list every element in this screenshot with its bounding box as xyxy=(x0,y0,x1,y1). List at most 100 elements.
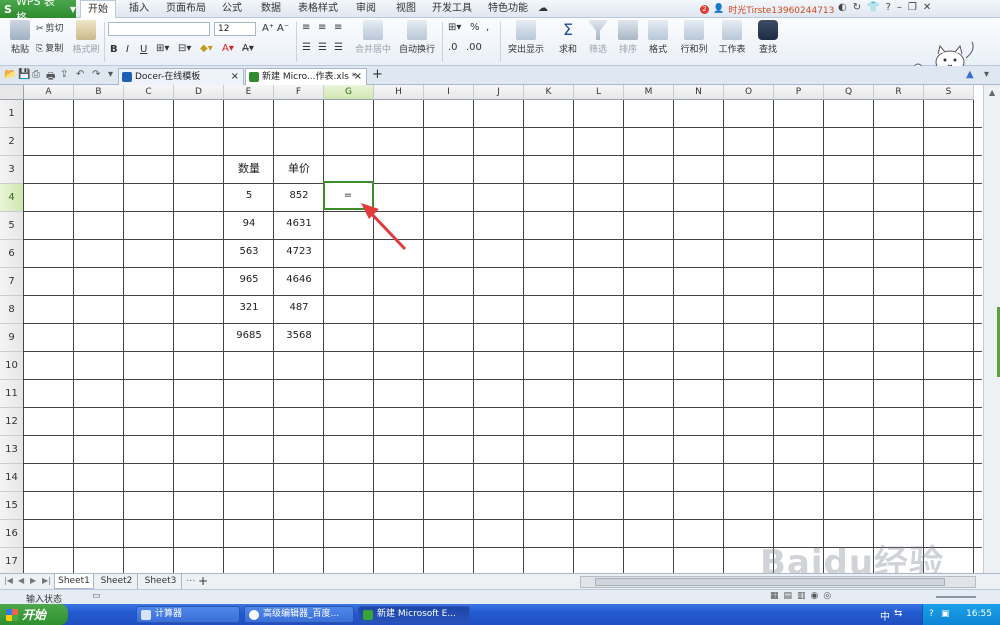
cell-price[interactable]: 3568 xyxy=(274,330,324,341)
column-header-d[interactable]: D xyxy=(174,85,224,100)
cell-quantity[interactable]: 965 xyxy=(224,274,274,285)
tab-insert[interactable]: 插入 xyxy=(122,0,156,18)
row-header-2[interactable]: 2 xyxy=(0,128,24,156)
row-header-5[interactable]: 5 xyxy=(0,212,24,240)
row-header-11[interactable]: 11 xyxy=(0,380,24,408)
paste-button[interactable]: 粘贴 xyxy=(2,18,38,62)
column-header-o[interactable]: O xyxy=(724,85,774,100)
first-sheet-icon[interactable]: |◀ xyxy=(4,576,13,585)
cell-price[interactable]: 852 xyxy=(274,190,324,201)
tab-review[interactable]: 审阅 xyxy=(350,0,382,18)
sync-icon[interactable]: ◐ xyxy=(838,2,847,13)
column-header-h[interactable]: H xyxy=(374,85,424,100)
column-header-j[interactable]: J xyxy=(474,85,524,100)
font-color-icon[interactable]: A▾ xyxy=(222,43,234,54)
merge-border-icon[interactable]: ⊟▾ xyxy=(178,43,191,54)
rows-cols-button[interactable]: 行和列 xyxy=(674,18,714,62)
export-icon[interactable]: ⇪ xyxy=(60,69,68,80)
find-button[interactable]: 查找 xyxy=(750,18,786,62)
column-header-b[interactable]: B xyxy=(74,85,124,100)
column-header-s[interactable]: S xyxy=(924,85,974,100)
align-bottom-icon[interactable]: ≡ xyxy=(334,22,342,33)
align-top-icon[interactable]: ≡ xyxy=(302,22,310,33)
font-size-select[interactable]: 12 xyxy=(214,22,256,36)
tab-view[interactable]: 视图 xyxy=(390,0,422,18)
row-header-13[interactable]: 13 xyxy=(0,436,24,464)
tab-formulas[interactable]: 公式 xyxy=(216,0,248,18)
normal-view-icon[interactable]: ▦ xyxy=(770,591,779,601)
start-button[interactable]: 开始 xyxy=(0,604,68,625)
restore-icon[interactable]: ❐ xyxy=(908,2,917,13)
row-header-9[interactable]: 9 xyxy=(0,324,24,352)
format-painter-button[interactable]: 格式刷 xyxy=(68,18,104,62)
align-center-icon[interactable]: ☰ xyxy=(318,42,327,53)
close-tab-icon[interactable]: × xyxy=(231,69,239,85)
column-header-f[interactable]: F xyxy=(274,85,324,100)
column-header-k[interactable]: K xyxy=(524,85,574,100)
taskbar-item-wps[interactable]: 新建 Microsoft E... xyxy=(358,606,470,623)
cell-price[interactable]: 4723 xyxy=(274,246,324,257)
undo-icon[interactable]: ↶ xyxy=(76,69,84,80)
column-header-p[interactable]: P xyxy=(774,85,824,100)
cell-price[interactable]: 4631 xyxy=(274,218,324,229)
last-sheet-icon[interactable]: ▶| xyxy=(42,576,51,585)
column-header-r[interactable]: R xyxy=(874,85,924,100)
tab-home[interactable]: 开始 xyxy=(80,0,116,18)
save-icon[interactable]: 💾 xyxy=(18,69,30,80)
select-all-corner[interactable] xyxy=(0,85,24,100)
sheet-tab-sheet3[interactable]: Sheet3 xyxy=(140,574,182,589)
format-button[interactable]: 格式 xyxy=(640,18,676,62)
close-tab-icon[interactable]: × xyxy=(354,69,362,85)
doc-tab-workbook[interactable]: 新建 Micro...作表.xls * × xyxy=(245,68,367,85)
cell-quantity[interactable]: 5 xyxy=(224,190,274,201)
zoom-slider[interactable] xyxy=(936,596,976,598)
column-header-e[interactable]: E xyxy=(224,85,274,100)
cell-price[interactable]: 4646 xyxy=(274,274,324,285)
print-icon[interactable]: 🖶 xyxy=(46,69,55,86)
next-sheet-icon[interactable]: ▶ xyxy=(30,576,36,585)
monitor-tray-icon[interactable]: ▣ xyxy=(941,609,950,619)
open-folder-icon[interactable]: 📂 xyxy=(4,69,16,80)
sheet-tab-sheet2[interactable]: Sheet2 xyxy=(96,574,138,589)
tab-data[interactable]: 数据 xyxy=(255,0,287,18)
row-header-17[interactable]: 17 xyxy=(0,548,24,573)
close-icon[interactable]: ✕ xyxy=(923,2,931,13)
shirt-skin-icon[interactable]: 👕 xyxy=(867,2,879,13)
column-header-c[interactable]: C xyxy=(124,85,174,100)
tab-special-features[interactable]: 特色功能 xyxy=(484,0,532,18)
input-method-icon[interactable]: 中 xyxy=(880,608,890,623)
sheet-tab-sheet1[interactable]: Sheet1 xyxy=(54,574,94,589)
taskbar-item-editor[interactable]: 高级编辑器_百度... xyxy=(244,606,354,623)
cell-quantity[interactable]: 321 xyxy=(224,302,274,313)
quick-access-dropdown-icon[interactable]: ▾ xyxy=(108,69,113,80)
column-header-l[interactable]: L xyxy=(574,85,624,100)
decrease-font-icon[interactable]: A⁻ xyxy=(277,23,289,34)
tab-page-layout[interactable]: 页面布局 xyxy=(162,0,210,18)
fill-color-icon[interactable]: ◆▾ xyxy=(200,43,213,54)
cloud-icon[interactable]: ☁ xyxy=(532,0,554,18)
column-header-g[interactable]: G xyxy=(324,85,374,100)
new-tab-button[interactable]: + xyxy=(372,67,383,82)
cell-quantity[interactable]: 94 xyxy=(224,218,274,229)
minimize-icon[interactable]: – xyxy=(897,2,902,13)
conditional-format-button[interactable]: 突出显示 xyxy=(504,18,548,62)
italic-button[interactable]: I xyxy=(126,44,129,55)
page-break-icon[interactable]: ▥ xyxy=(797,591,806,601)
cell-quantity[interactable]: 563 xyxy=(224,246,274,257)
row-header-7[interactable]: 7 xyxy=(0,268,24,296)
help-icon[interactable]: ? xyxy=(886,2,891,13)
bold-button[interactable]: B xyxy=(110,44,118,55)
add-sheet-button[interactable]: + xyxy=(198,574,208,588)
spreadsheet-grid[interactable]: ABCDEFGHIJKLMNOPQRS 1 2 3 4 5 6 7 8 9 10 11 12 13 14 1… xyxy=(0,85,1000,573)
cut-button[interactable]: ✂ 剪切 xyxy=(36,22,64,36)
macro-record-icon[interactable]: ▭ xyxy=(92,591,101,601)
row-header-8[interactable]: 8 xyxy=(0,296,24,324)
reading-mode-icon[interactable]: ◉ xyxy=(811,591,819,601)
decrease-decimal-icon[interactable]: .00 xyxy=(466,42,482,53)
column-header-i[interactable]: I xyxy=(424,85,474,100)
print-preview-icon[interactable]: ⎙ xyxy=(32,69,40,80)
cell-quantity[interactable]: 9685 xyxy=(224,330,274,341)
cell-price[interactable]: 487 xyxy=(274,302,324,313)
font-name-select[interactable] xyxy=(108,22,210,36)
redo-icon[interactable]: ↷ xyxy=(92,69,100,80)
